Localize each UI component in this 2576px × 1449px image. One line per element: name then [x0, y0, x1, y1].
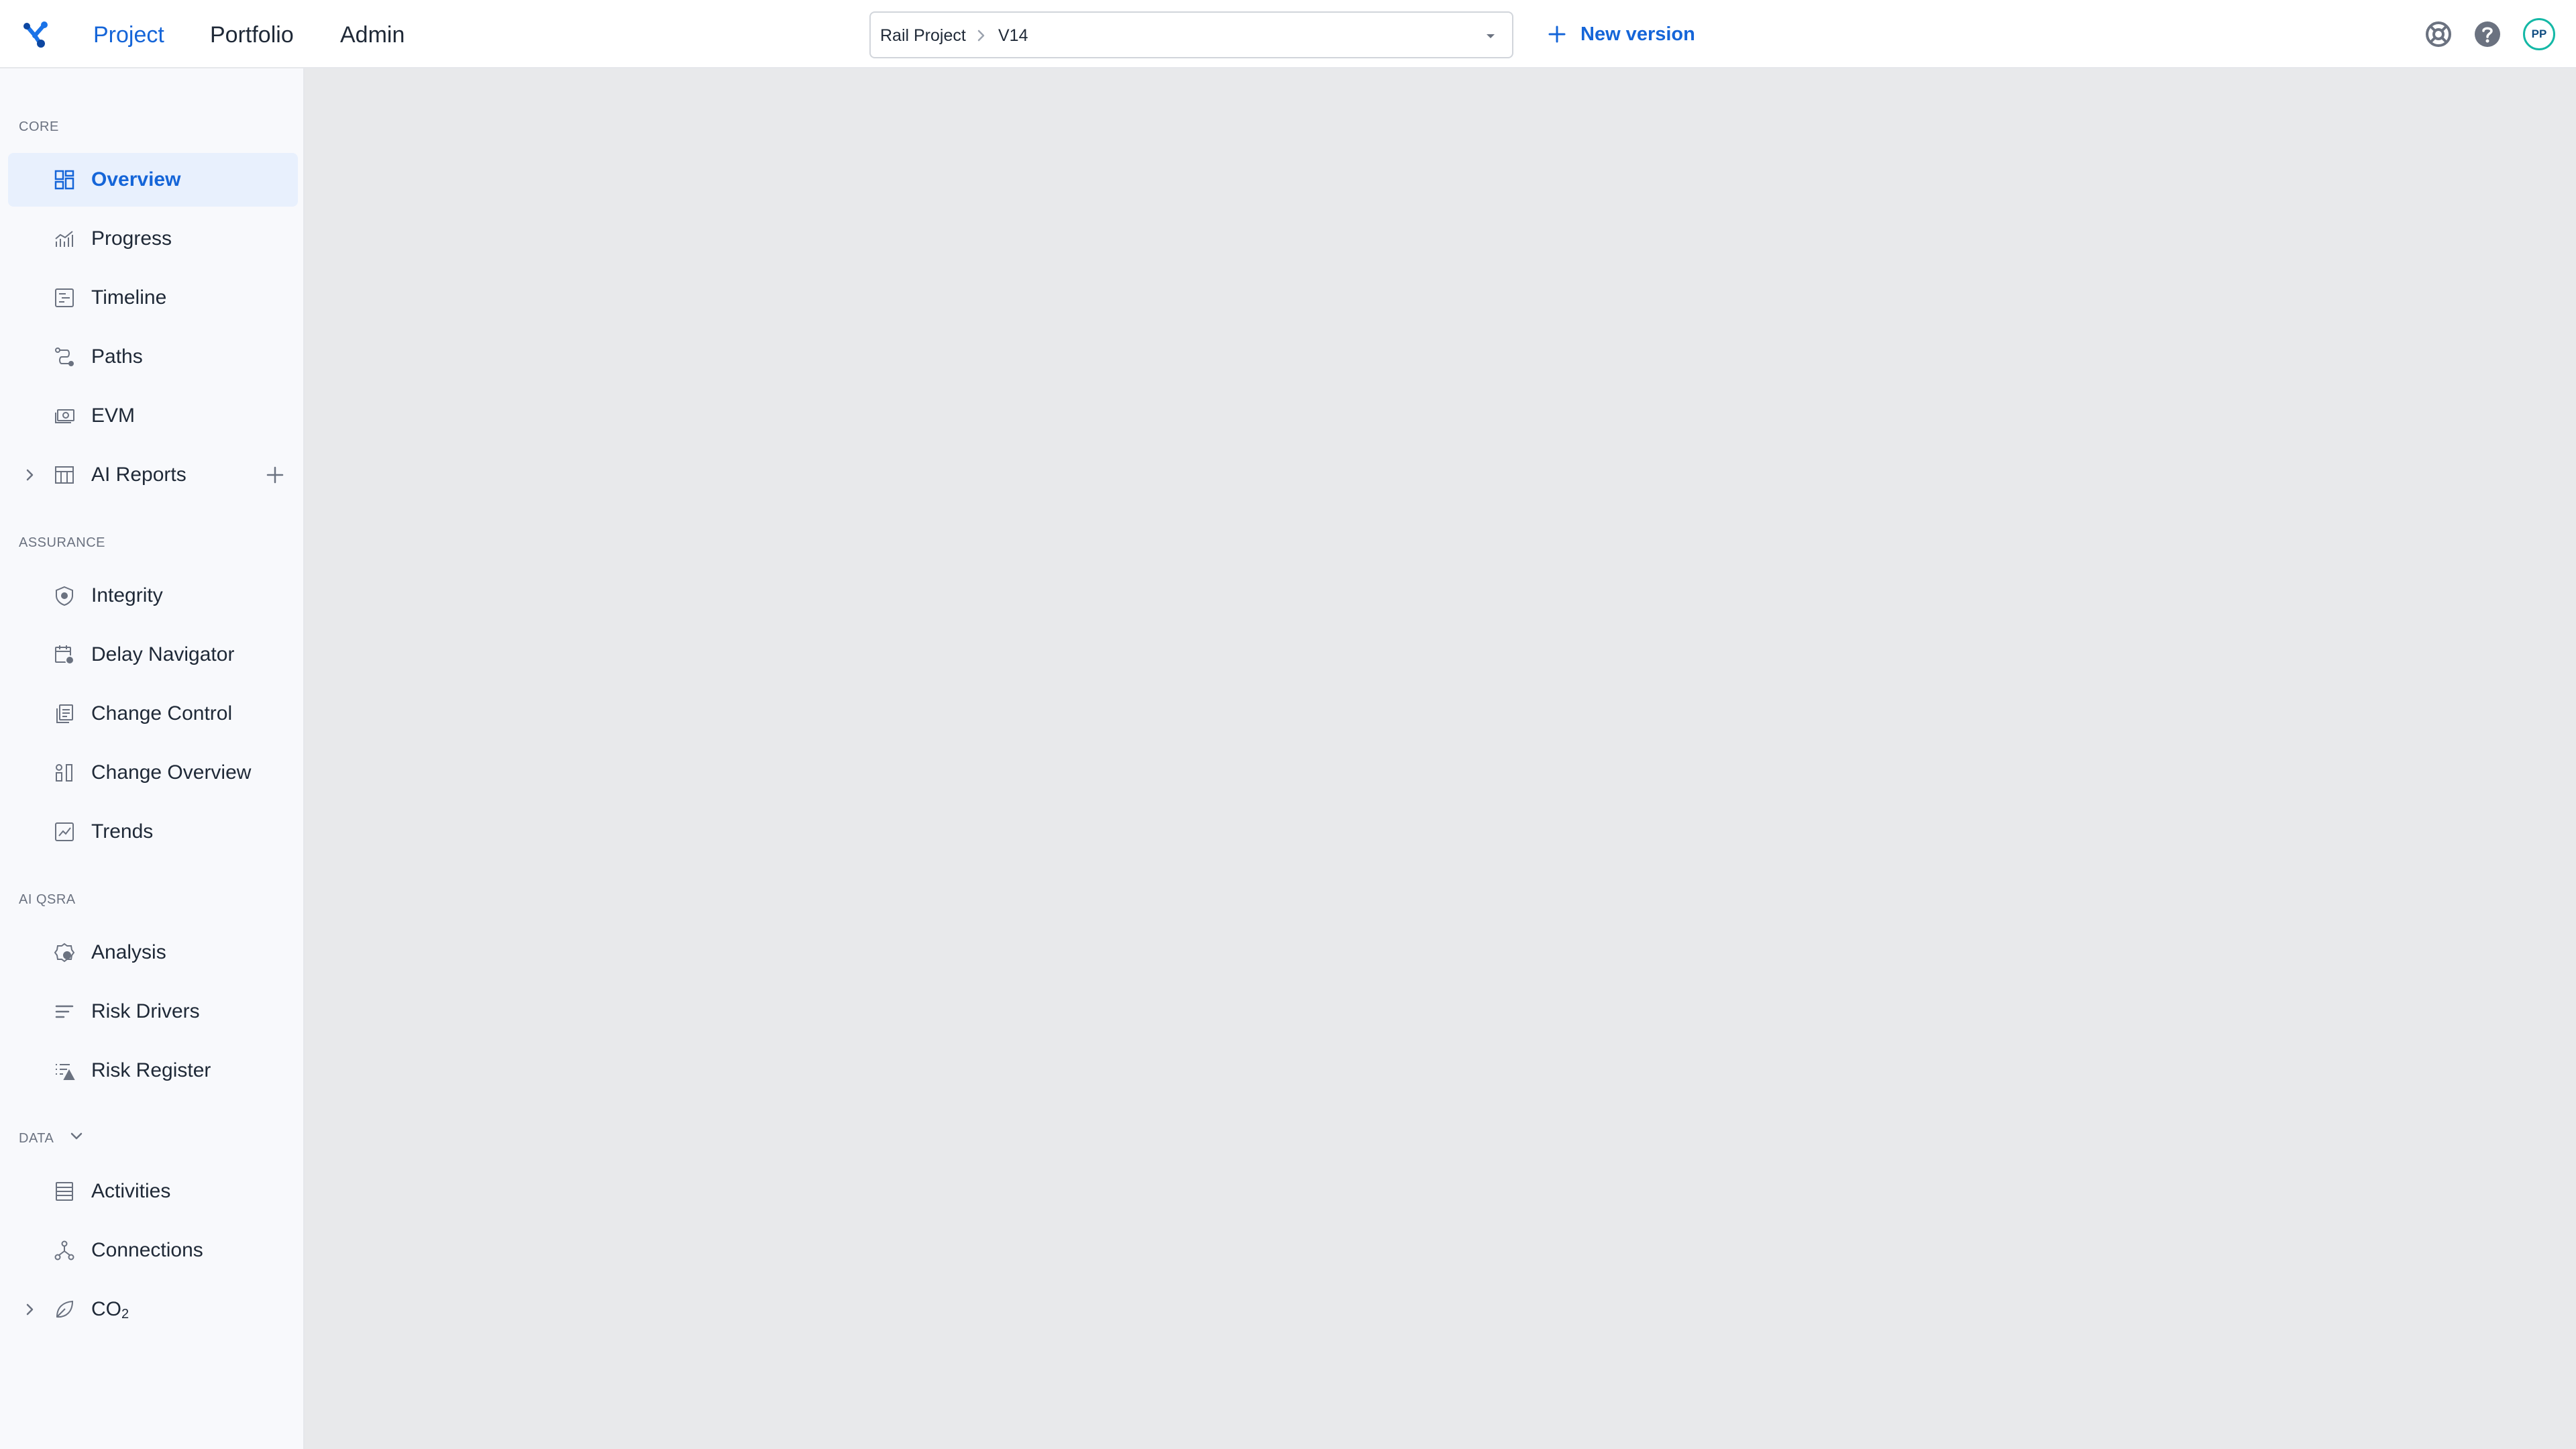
shield-icon [54, 585, 75, 606]
analysis-gear-icon [54, 942, 75, 963]
sidebar-item-paths[interactable]: Paths [8, 330, 298, 384]
sidebar-item-label: Connections [91, 1239, 203, 1261]
sidebar: CORE Overview Progress Timeline Paths EV… [0, 68, 305, 1449]
sidebar-item-label: AI Reports [91, 464, 186, 486]
user-avatar[interactable]: PP [2523, 18, 2555, 50]
sidebar-item-label: Change Overview [91, 761, 252, 784]
sidebar-item-trends[interactable]: Trends [8, 805, 298, 859]
sidebar-item-risk-register[interactable]: Risk Register [8, 1044, 298, 1097]
section-label-core: CORE [19, 119, 59, 134]
sidebar-item-change-overview[interactable]: Change Overview [8, 746, 298, 800]
top-bar: Project Portfolio Admin Rail Project V14… [0, 0, 2576, 68]
money-icon [54, 405, 75, 427]
sidebar-item-label: Delay Navigator [91, 643, 235, 665]
progress-chart-icon [54, 228, 75, 250]
sidebar-item-change-control[interactable]: Change Control [8, 687, 298, 741]
lines-icon [54, 1001, 75, 1022]
report-table-icon [54, 464, 75, 486]
version-selector-project: Rail Project [880, 26, 966, 45]
sidebar-item-overview[interactable]: Overview [8, 153, 298, 207]
sidebar-item-label: Progress [91, 227, 172, 250]
sidebar-item-label: Trends [91, 820, 154, 843]
table-rows-icon [54, 1181, 75, 1202]
documents-icon [54, 703, 75, 724]
sidebar-item-integrity[interactable]: Integrity [8, 569, 298, 623]
sidebar-item-activities[interactable]: Activities [8, 1165, 298, 1218]
bar-blocks-icon [54, 762, 75, 784]
sidebar-item-label: Paths [91, 345, 143, 368]
chevron-right-icon[interactable] [23, 467, 36, 483]
section-label-ai-qsra: AI QSRA [19, 892, 76, 907]
chevron-down-icon[interactable] [68, 1130, 85, 1143]
sidebar-item-timeline[interactable]: Timeline [8, 271, 298, 325]
sidebar-item-analysis[interactable]: Analysis [8, 926, 298, 979]
sidebar-item-co2[interactable]: CO2 [8, 1283, 298, 1336]
sidebar-item-evm[interactable]: EVM [8, 389, 298, 443]
co2-base-text: CO [91, 1298, 121, 1320]
sidebar-item-label: Integrity [91, 584, 163, 606]
new-version-button[interactable]: New version [1547, 19, 1695, 50]
caret-down-icon [1484, 31, 1497, 42]
timeline-icon [54, 287, 75, 309]
version-selector-version: V14 [998, 26, 1028, 45]
sidebar-item-progress[interactable]: Progress [8, 212, 298, 266]
co2-subscript: 2 [121, 1307, 129, 1322]
sidebar-item-label: Risk Register [91, 1059, 211, 1081]
sidebar-item-ai-reports[interactable]: AI Reports [8, 448, 298, 502]
nav-portfolio[interactable]: Portfolio [210, 20, 294, 50]
sidebar-item-label: Analysis [91, 941, 166, 963]
sidebar-item-label: CO2 [91, 1296, 129, 1328]
section-label-data: DATA [19, 1131, 54, 1146]
chevron-right-icon[interactable] [23, 1301, 36, 1318]
sidebar-item-label: Timeline [91, 286, 167, 309]
calendar-clock-icon [54, 644, 75, 665]
plus-icon [1547, 24, 1567, 44]
dashboard-grid-icon [54, 169, 75, 191]
help-icon[interactable] [2473, 20, 2502, 48]
nav-project[interactable]: Project [93, 20, 164, 50]
sidebar-item-label: Activities [91, 1180, 171, 1202]
connections-icon [54, 1240, 75, 1261]
sidebar-item-risk-drivers[interactable]: Risk Drivers [8, 985, 298, 1038]
add-report-plus-icon[interactable] [264, 464, 286, 486]
sidebar-item-label: Risk Drivers [91, 1000, 200, 1022]
chevron-right-icon [973, 25, 990, 46]
leaf-icon [54, 1299, 75, 1320]
main-content-area [305, 68, 2576, 1449]
sidebar-item-label: Overview [91, 168, 181, 191]
trend-chart-icon [54, 821, 75, 843]
paths-icon [54, 346, 75, 368]
support-lifebuoy-icon[interactable] [2424, 20, 2453, 48]
version-selector[interactable]: Rail Project V14 [869, 11, 1513, 58]
sidebar-item-connections[interactable]: Connections [8, 1224, 298, 1277]
section-label-assurance: ASSURANCE [19, 535, 105, 550]
app-logo-icon[interactable] [20, 18, 52, 50]
list-warning-icon [54, 1060, 75, 1081]
sidebar-item-label: EVM [91, 405, 136, 427]
new-version-label: New version [1580, 23, 1695, 45]
nav-admin[interactable]: Admin [340, 20, 405, 50]
sidebar-item-delay-navigator[interactable]: Delay Navigator [8, 628, 298, 682]
sidebar-item-label: Change Control [91, 702, 233, 724]
